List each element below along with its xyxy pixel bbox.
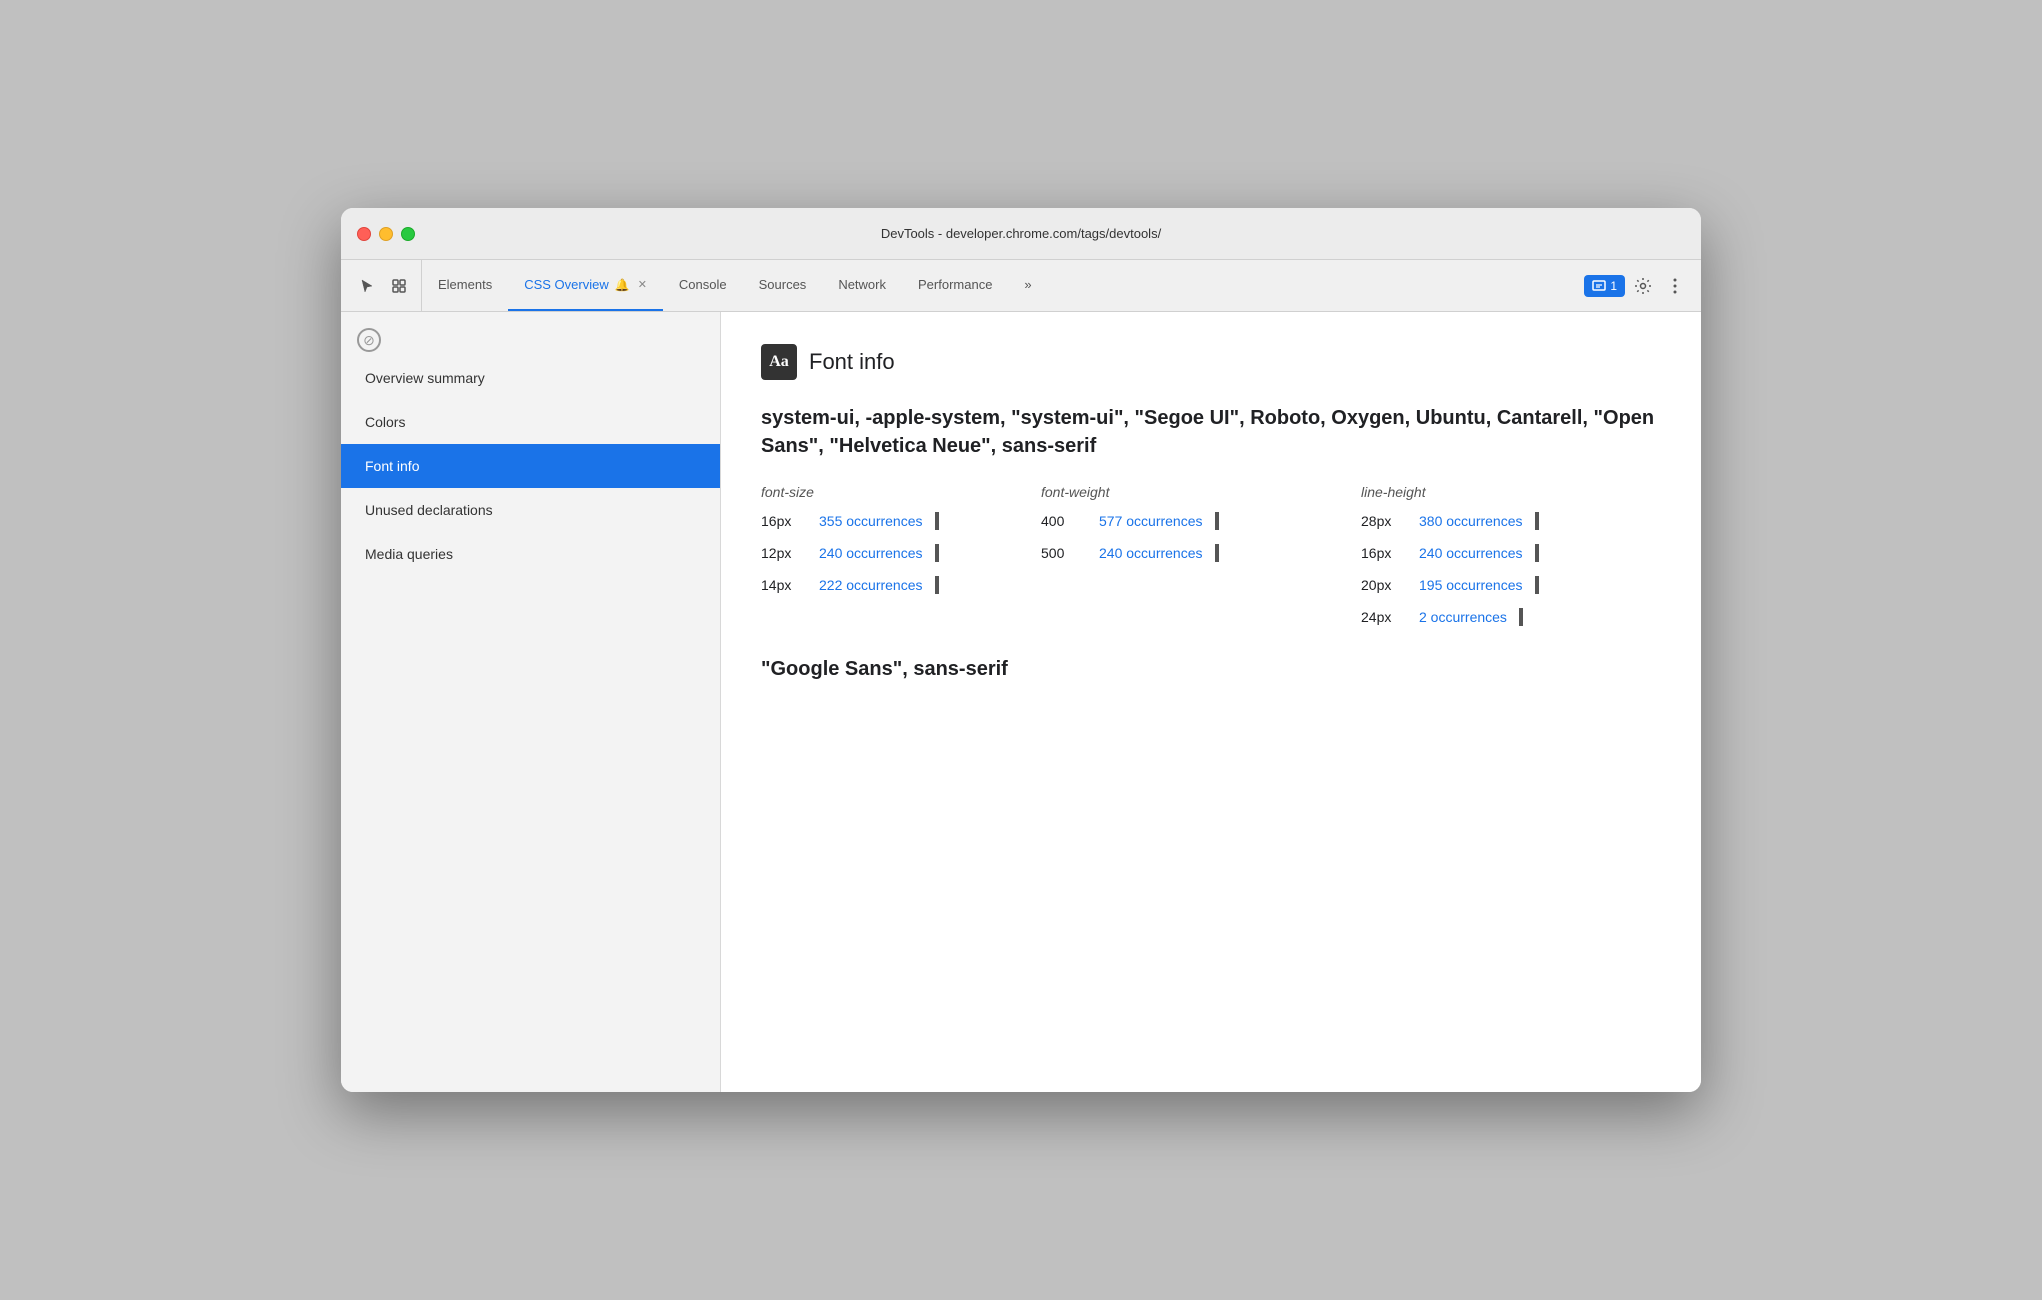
font-size-value-1: 16px: [761, 513, 811, 529]
more-options-icon[interactable]: [1661, 272, 1689, 300]
google-sans-family: "Google Sans", sans-serif: [761, 658, 1661, 681]
font-size-bar-2[interactable]: [935, 544, 939, 562]
font-weight-header: font-weight: [1041, 484, 1361, 500]
font-weight-value-2: 500: [1041, 545, 1091, 561]
line-height-value-1: 28px: [1361, 513, 1411, 529]
minimize-button[interactable]: [379, 227, 393, 241]
line-height-bar-1[interactable]: [1535, 512, 1539, 530]
traffic-lights: [357, 227, 415, 241]
font-size-header: font-size: [761, 484, 1041, 500]
window-title: DevTools - developer.chrome.com/tags/dev…: [881, 226, 1161, 241]
inspect-icon[interactable]: [385, 272, 413, 300]
font-weight-cell-1: 400 577 occurrences: [1041, 512, 1361, 530]
font-size-bar-3[interactable]: [935, 576, 939, 594]
props-header: font-size font-weight line-height: [761, 484, 1661, 500]
font-props-row-3: 14px 222 occurrences 20px 195 occurrence…: [761, 576, 1661, 594]
font-size-cell-2: 12px 240 occurrences: [761, 544, 1041, 562]
close-button[interactable]: [357, 227, 371, 241]
tab-network[interactable]: Network: [822, 260, 902, 311]
line-height-link-1[interactable]: 380 occurrences: [1419, 513, 1523, 529]
devtools-window: DevTools - developer.chrome.com/tags/dev…: [341, 208, 1701, 1092]
sidebar-item-media-queries[interactable]: Media queries: [341, 532, 720, 576]
line-height-cell-1: 28px 380 occurrences: [1361, 512, 1681, 530]
line-height-cell-3: 20px 195 occurrences: [1361, 576, 1681, 594]
font-family-name: system-ui, -apple-system, "system-ui", "…: [761, 404, 1661, 460]
cursor-icon[interactable]: [353, 272, 381, 300]
font-props-row-4: 24px 2 occurrences: [761, 608, 1661, 626]
line-height-bar-3[interactable]: [1535, 576, 1539, 594]
maximize-button[interactable]: [401, 227, 415, 241]
sidebar-item-colors[interactable]: Colors: [341, 400, 720, 444]
line-height-link-3[interactable]: 195 occurrences: [1419, 577, 1523, 593]
font-size-value-2: 12px: [761, 545, 811, 561]
warning-icon: 🔔: [615, 278, 630, 292]
sidebar-item-unused-declarations[interactable]: Unused declarations: [341, 488, 720, 532]
main-layout: ⊘ Overview summary Colors Font info Unus…: [341, 312, 1701, 1092]
font-weight-cell-2: 500 240 occurrences: [1041, 544, 1361, 562]
tab-more[interactable]: »: [1008, 260, 1047, 311]
line-height-link-2[interactable]: 240 occurrences: [1419, 545, 1523, 561]
section-header: Aa Font info: [761, 344, 1661, 380]
toolbar-right: 1: [1576, 260, 1697, 311]
line-height-header: line-height: [1361, 484, 1681, 500]
tab-sources[interactable]: Sources: [743, 260, 823, 311]
line-height-bar-4[interactable]: [1519, 608, 1523, 626]
font-weight-bar-2[interactable]: [1215, 544, 1219, 562]
line-height-value-4: 24px: [1361, 609, 1411, 625]
sidebar-item-overview-summary[interactable]: Overview summary: [341, 356, 720, 400]
no-entry-icon: ⊘: [357, 328, 381, 352]
font-size-bar-1[interactable]: [935, 512, 939, 530]
font-size-cell-3: 14px 222 occurrences: [761, 576, 1041, 594]
font-weight-link-1[interactable]: 577 occurrences: [1099, 513, 1203, 529]
line-height-value-3: 20px: [1361, 577, 1411, 593]
font-weight-bar-1[interactable]: [1215, 512, 1219, 530]
font-aa-icon: Aa: [761, 344, 797, 380]
line-height-bar-2[interactable]: [1535, 544, 1539, 562]
section-title: Font info: [809, 349, 895, 375]
font-props-row-1: 16px 355 occurrences 400 577 occurrences…: [761, 512, 1661, 530]
line-height-value-2: 16px: [1361, 545, 1411, 561]
tab-css-overview[interactable]: CSS Overview 🔔 ✕: [508, 260, 663, 311]
font-weight-value-1: 400: [1041, 513, 1091, 529]
font-size-value-3: 14px: [761, 577, 811, 593]
line-height-cell-2: 16px 240 occurrences: [1361, 544, 1681, 562]
font-weight-link-2[interactable]: 240 occurrences: [1099, 545, 1203, 561]
tab-close-icon[interactable]: ✕: [638, 278, 647, 291]
sidebar-item-font-info[interactable]: Font info: [341, 444, 720, 488]
font-props-row-2: 12px 240 occurrences 500 240 occurrences…: [761, 544, 1661, 562]
notification-button[interactable]: 1: [1584, 275, 1625, 297]
devtools-toolbar: Elements CSS Overview 🔔 ✕ Console Source…: [341, 260, 1701, 312]
font-size-link-3[interactable]: 222 occurrences: [819, 577, 923, 593]
tab-console[interactable]: Console: [663, 260, 743, 311]
line-height-link-4[interactable]: 2 occurrences: [1419, 609, 1507, 625]
tab-elements[interactable]: Elements: [422, 260, 508, 311]
tabs-row: Elements CSS Overview 🔔 ✕ Console Source…: [422, 260, 1576, 311]
settings-icon[interactable]: [1629, 272, 1657, 300]
tab-performance[interactable]: Performance: [902, 260, 1008, 311]
line-height-cell-4: 24px 2 occurrences: [1361, 608, 1681, 626]
font-size-link-2[interactable]: 240 occurrences: [819, 545, 923, 561]
font-size-cell-1: 16px 355 occurrences: [761, 512, 1041, 530]
sidebar-top-icons: ⊘: [341, 320, 720, 356]
font-size-link-1[interactable]: 355 occurrences: [819, 513, 923, 529]
sidebar: ⊘ Overview summary Colors Font info Unus…: [341, 312, 721, 1092]
toolbar-icons: [345, 260, 422, 311]
titlebar: DevTools - developer.chrome.com/tags/dev…: [341, 208, 1701, 260]
content-area: Aa Font info system-ui, -apple-system, "…: [721, 312, 1701, 1092]
